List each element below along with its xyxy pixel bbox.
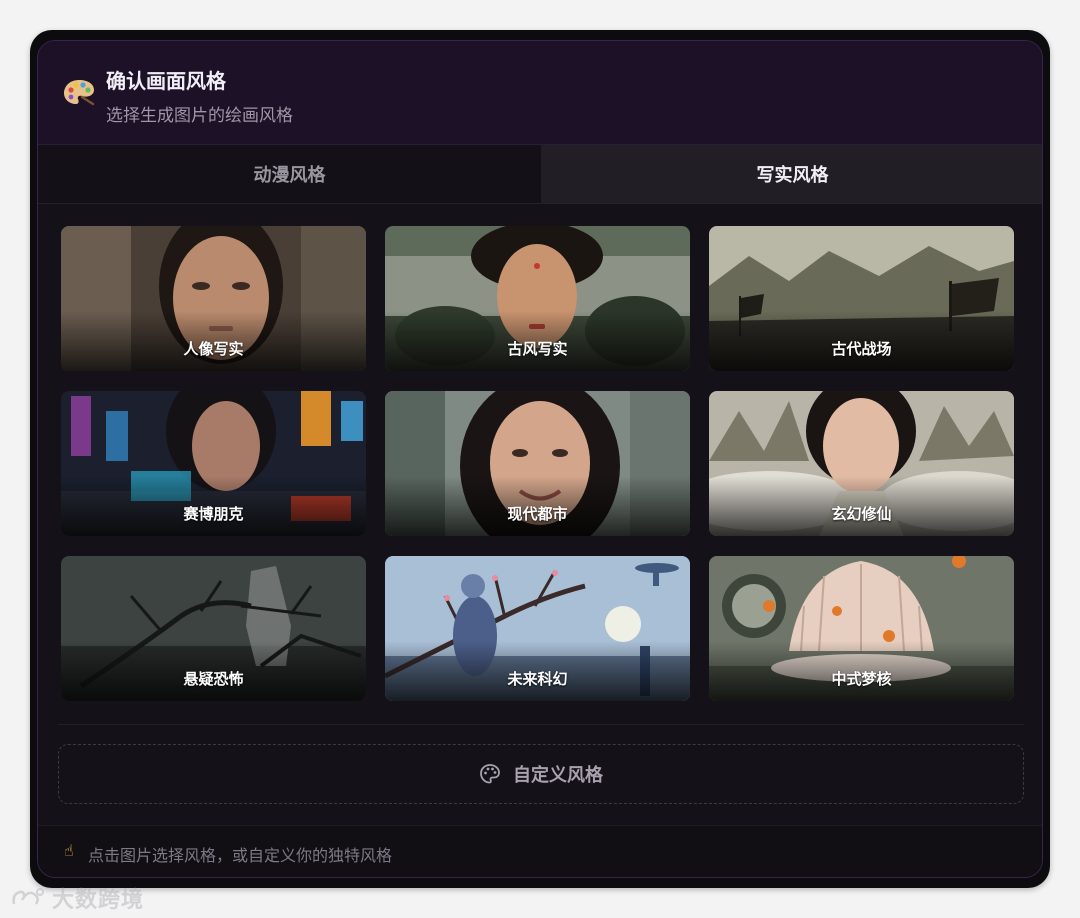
style-card-scifi[interactable]: 未来科幻 — [385, 556, 690, 701]
watermark-text: 大数跨境 — [52, 888, 145, 913]
style-card-dreamcore[interactable]: 中式梦核 — [709, 556, 1014, 701]
style-card-fantasy[interactable]: 玄幻修仙 — [709, 391, 1014, 536]
style-card-battlefield[interactable]: 古代战场 — [709, 226, 1014, 371]
style-card-horror[interactable]: 悬疑恐怖 — [61, 556, 366, 701]
style-grid: 人像写实 古风写实 古代战场 赛博朋克 现代都市 玄幻修仙 悬疑恐怖 未来科幻 … — [61, 226, 1015, 701]
style-label: 玄幻修仙 — [831, 505, 892, 523]
custom-style-button[interactable]: 自定义风格 — [58, 744, 1024, 804]
style-dialog: 确认画面风格 选择生成图片的绘画风格 动漫风格 写实风格 人像写实 古风写实 古… — [37, 40, 1043, 878]
style-card-ancient[interactable]: 古风写实 — [385, 226, 690, 371]
divider — [58, 724, 1024, 725]
watermark-logo-icon — [12, 888, 44, 905]
style-card-cyberpunk[interactable]: 赛博朋克 — [61, 391, 366, 536]
style-tabs: 动漫风格 写实风格 — [38, 145, 1042, 204]
style-label: 悬疑恐怖 — [183, 670, 244, 688]
custom-style-label: 自定义风格 — [513, 765, 603, 786]
app-window: 确认画面风格 选择生成图片的绘画风格 动漫风格 写实风格 人像写实 古风写实 古… — [30, 30, 1050, 888]
style-label: 现代都市 — [507, 505, 568, 523]
style-card-portrait[interactable]: 人像写实 — [61, 226, 366, 371]
dialog-header: 确认画面风格 选择生成图片的绘画风格 — [38, 41, 1042, 145]
palette-outline-icon — [480, 764, 500, 784]
pointing-hand-icon: ☝ — [64, 841, 74, 860]
tab-realistic[interactable]: 写实风格 — [541, 145, 1042, 203]
dialog-title: 确认画面风格 — [106, 69, 226, 93]
style-label: 赛博朋克 — [183, 505, 244, 523]
footer-hint: 点击图片选择风格，或自定义你的独特风格 — [88, 846, 393, 865]
palette-icon — [64, 80, 95, 106]
style-card-modern-city[interactable]: 现代都市 — [385, 391, 690, 536]
tab-anime[interactable]: 动漫风格 — [38, 145, 541, 203]
style-label: 古风写实 — [507, 340, 568, 358]
watermark: 大数跨境 — [10, 882, 144, 914]
style-label: 中式梦核 — [831, 670, 892, 688]
footer-hint-bar: ☝ 点击图片选择风格，或自定义你的独特风格 — [38, 825, 1042, 877]
dialog-subtitle: 选择生成图片的绘画风格 — [106, 106, 293, 126]
style-label: 未来科幻 — [507, 670, 568, 688]
style-label: 人像写实 — [183, 340, 244, 358]
style-label: 古代战场 — [831, 340, 892, 358]
